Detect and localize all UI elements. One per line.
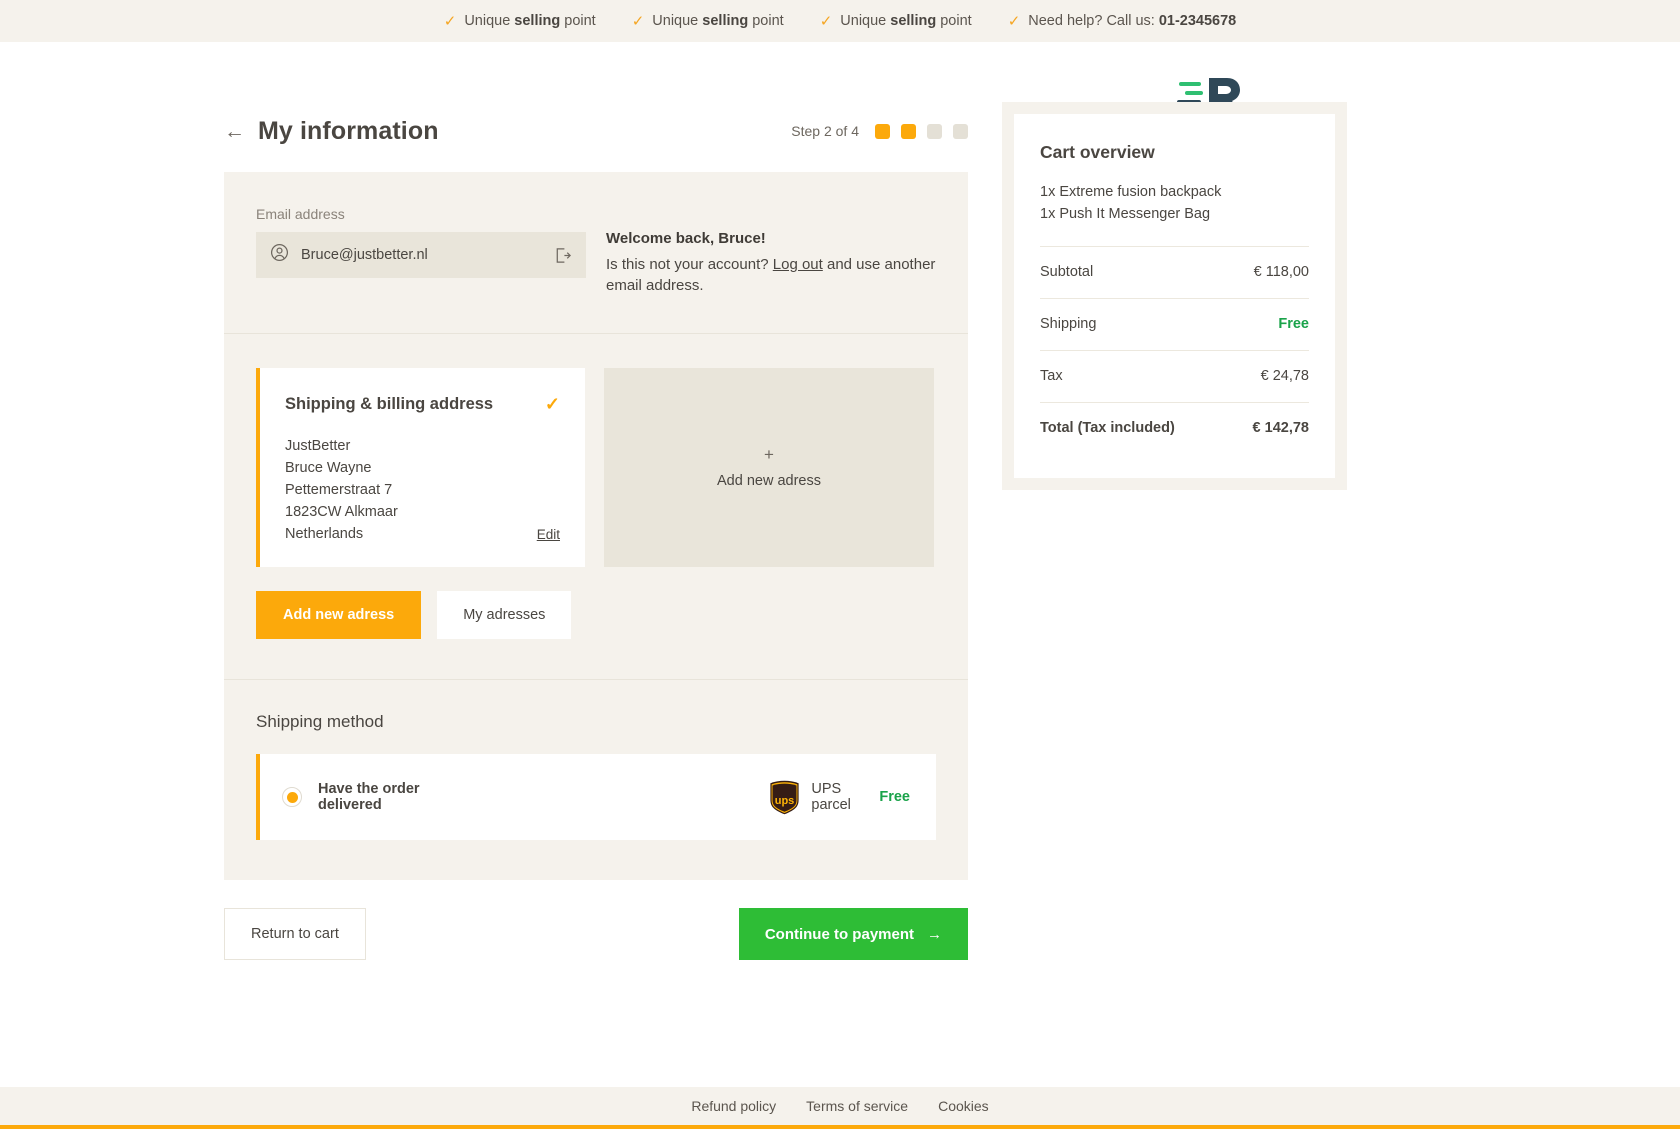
step-dot-1 [875, 124, 890, 139]
welcome-text: Is this not your account? Log out and us… [606, 254, 936, 297]
check-icon: ✓ [444, 14, 457, 29]
address-line: JustBetter [285, 435, 560, 457]
cart-item: 1x Push It Messenger Bag [1040, 203, 1309, 225]
step-indicator: Step 2 of 4 [791, 123, 968, 139]
cart-line-subtotal: Subtotal € 118,00 [1040, 246, 1309, 298]
email-field[interactable]: Bruce@justbetter.nl [256, 232, 586, 278]
user-circle-icon [270, 243, 289, 267]
cart-line-label: Subtotal [1040, 264, 1093, 280]
cart-line-shipping: Shipping Free [1040, 298, 1309, 350]
address-line: Netherlands [285, 523, 363, 545]
step-dot-2 [901, 124, 916, 139]
email-value: Bruce@justbetter.nl [301, 247, 541, 263]
step-dot-4 [953, 124, 968, 139]
address-line: Bruce Wayne [285, 457, 560, 479]
radio-button-selected[interactable] [282, 787, 302, 807]
usp-item: ✓ Unique selling point [444, 13, 596, 29]
address-line: 1823CW Alkmaar [285, 501, 560, 523]
usp-item-phone: ✓ Need help? Call us: 01-2345678 [1008, 13, 1237, 29]
usp-text: Unique selling point [652, 13, 783, 29]
cart-line-label: Tax [1040, 368, 1063, 384]
welcome-title: Welcome back, Bruce! [606, 230, 936, 247]
cart-line-value: € 142,78 [1253, 420, 1309, 436]
my-addresses-button[interactable]: My adresses [437, 591, 571, 639]
cart-line-value: € 118,00 [1254, 264, 1309, 280]
usp-text: Unique selling point [840, 13, 971, 29]
plus-icon: + [764, 446, 774, 463]
usp-phone-text: Need help? Call us: 01-2345678 [1028, 13, 1236, 29]
cart-overview-title: Cart overview [1040, 142, 1309, 163]
usp-bar: ✓ Unique selling point ✓ Unique selling … [0, 0, 1680, 42]
svg-text:ups: ups [775, 795, 795, 807]
cart-line-label: Total (Tax included) [1040, 420, 1175, 436]
page-title: My information [258, 117, 439, 146]
arrow-right-icon: → [927, 926, 942, 943]
cart-items: 1x Extreme fusion backpack 1x Push It Me… [1040, 181, 1309, 246]
ups-logo-icon: ups [769, 780, 800, 815]
checkout-main-column: ← My information Step 2 of 4 Email addre… [224, 102, 968, 960]
usp-text: Unique selling point [464, 13, 595, 29]
cart-line-tax: Tax € 24,78 [1040, 350, 1309, 402]
cart-overview-card: Cart overview 1x Extreme fusion backpack… [1014, 114, 1335, 478]
step-dot-3 [927, 124, 942, 139]
step-label: Step 2 of 4 [791, 123, 859, 139]
shipping-price: Free [879, 789, 910, 805]
footer-link-refund-policy[interactable]: Refund policy [691, 1098, 776, 1114]
footer-link-cookies[interactable]: Cookies [938, 1098, 989, 1114]
cart-line-value: Free [1278, 316, 1309, 332]
address-section: Shipping & billing address ✓ JustBetter … [224, 334, 968, 680]
add-new-address-button[interactable]: Add new adress [256, 591, 421, 639]
continue-to-payment-button[interactable]: Continue to payment → [739, 908, 968, 960]
shipping-method-heading: Shipping method [256, 712, 936, 732]
cart-sidebar: Cart overview 1x Extreme fusion backpack… [1002, 102, 1347, 960]
site-footer: Refund policy Terms of service Cookies [0, 1087, 1680, 1129]
cart-line-value: € 24,78 [1261, 368, 1309, 384]
edit-address-link[interactable]: Edit [537, 525, 560, 546]
address-line: Pettemerstraat 7 [285, 479, 560, 501]
check-icon: ✓ [632, 14, 645, 29]
usp-item: ✓ Unique selling point [632, 13, 784, 29]
return-to-cart-button[interactable]: Return to cart [224, 908, 366, 960]
check-icon: ✓ [820, 14, 833, 29]
log-out-link[interactable]: Log out [773, 256, 823, 273]
address-lines: JustBetter Bruce Wayne Pettemerstraat 7 … [285, 435, 560, 546]
shipping-carrier-label: UPS parcel [811, 781, 879, 813]
cart-line-total: Total (Tax included) € 142,78 [1040, 402, 1309, 454]
arrow-left-icon[interactable]: ← [224, 121, 258, 142]
checkout-panel: Email address Bruce@justbetter.nl [224, 172, 968, 880]
email-label: Email address [256, 206, 586, 222]
footer-link-terms-of-service[interactable]: Terms of service [806, 1098, 908, 1114]
check-icon: ✓ [545, 394, 560, 415]
checkout-actions: Return to cart Continue to payment → [224, 908, 968, 960]
page-header: ← My information Step 2 of 4 [224, 102, 968, 160]
usp-item: ✓ Unique selling point [820, 13, 972, 29]
email-section: Email address Bruce@justbetter.nl [224, 172, 968, 333]
logout-icon[interactable] [553, 246, 572, 265]
address-card-selected[interactable]: Shipping & billing address ✓ JustBetter … [256, 368, 585, 568]
add-new-address-tile[interactable]: + Add new adress [604, 368, 934, 568]
add-new-address-tile-label: Add new adress [717, 473, 821, 489]
welcome-block: Welcome back, Bruce! Is this not your ac… [606, 206, 936, 297]
shipping-option-row[interactable]: Have the order delivered ups UPS p [256, 754, 936, 840]
welcome-pre: Is this not your account? [606, 256, 773, 273]
cart-line-label: Shipping [1040, 316, 1096, 332]
shipping-option-label: Have the order delivered [318, 781, 479, 813]
checkout-page: Your logo ← My information Step 2 of 4 [0, 42, 1680, 1087]
address-card-title: Shipping & billing address [285, 395, 493, 414]
check-icon: ✓ [1008, 14, 1021, 29]
shipping-method-section: Shipping method Have the order delivered… [224, 680, 968, 880]
continue-to-payment-label: Continue to payment [765, 926, 914, 943]
cart-item: 1x Extreme fusion backpack [1040, 181, 1309, 203]
shipping-carrier: ups UPS parcel [769, 780, 879, 815]
